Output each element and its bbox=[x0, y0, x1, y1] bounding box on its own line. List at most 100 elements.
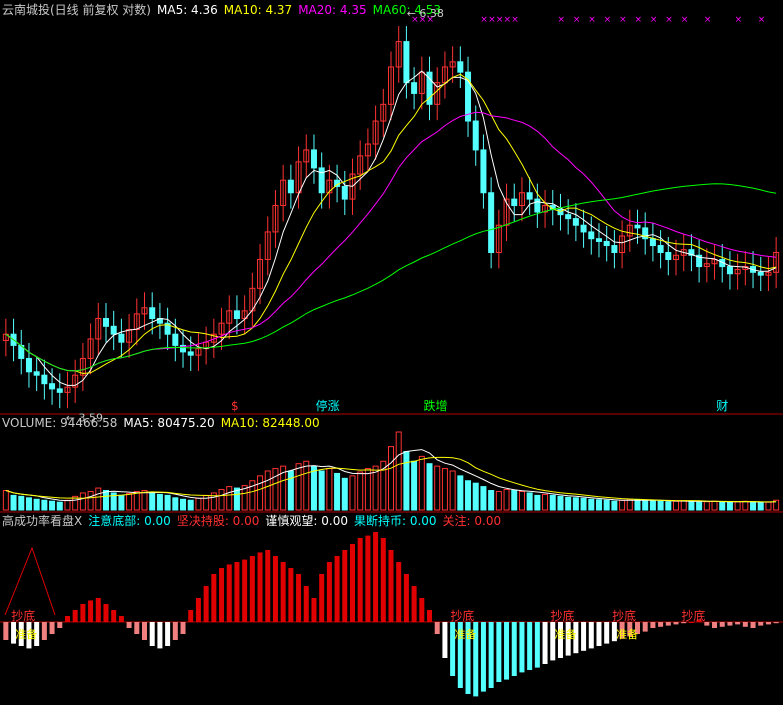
indicator-label: 抄底 bbox=[681, 608, 705, 623]
indicator-bar bbox=[673, 622, 679, 625]
indicator-label: 抄底 bbox=[11, 608, 35, 623]
volume-bar bbox=[33, 498, 40, 511]
candle-body bbox=[187, 351, 194, 356]
volume-bar bbox=[534, 494, 541, 511]
indicator-bar bbox=[403, 574, 409, 622]
indicator-bar bbox=[272, 556, 278, 622]
top-x-marker: × bbox=[488, 15, 496, 25]
volume-bar bbox=[472, 482, 479, 511]
indicator-bar bbox=[604, 622, 610, 644]
indicator-label: 抄底 bbox=[550, 608, 574, 623]
volume-bar bbox=[503, 489, 510, 511]
indicator-bar bbox=[234, 562, 240, 622]
candle-body bbox=[318, 167, 325, 194]
volume-bar bbox=[95, 487, 102, 511]
top-x-marker: × bbox=[735, 15, 743, 25]
volume-bar bbox=[526, 492, 533, 511]
indicator-bar bbox=[427, 610, 433, 622]
indicator-bar bbox=[95, 598, 101, 622]
indicator-bar bbox=[357, 538, 363, 622]
indicator-sublabel: 准备 bbox=[15, 627, 37, 641]
volume-bar bbox=[465, 480, 472, 511]
indicator-bar bbox=[534, 622, 540, 668]
indicator-bar bbox=[727, 622, 733, 626]
volume-bar bbox=[518, 490, 525, 511]
indicator-bar bbox=[365, 535, 371, 622]
indicator-bar bbox=[296, 574, 302, 622]
volume-bar bbox=[703, 501, 710, 511]
volume-bar bbox=[195, 497, 202, 511]
volume-bar bbox=[164, 494, 171, 511]
candle-body bbox=[110, 325, 117, 335]
indicator-bar bbox=[504, 622, 510, 680]
volume-ma10-line bbox=[5, 456, 777, 503]
volume-bar bbox=[226, 486, 233, 511]
volume-bar bbox=[480, 486, 487, 511]
indicator-bar bbox=[642, 622, 648, 632]
indicator-bar bbox=[650, 622, 656, 628]
indicator-sublabel: 准备 bbox=[554, 627, 576, 641]
indicator-bar bbox=[349, 544, 355, 622]
volume-bar bbox=[603, 499, 610, 511]
volume-bar bbox=[642, 499, 649, 511]
indicator-bar bbox=[80, 604, 86, 622]
indicator-bar bbox=[265, 550, 271, 622]
volume-bar bbox=[102, 490, 109, 511]
indicator-bar bbox=[103, 604, 109, 622]
volume-bar bbox=[118, 494, 125, 511]
indicator-bar bbox=[434, 622, 440, 634]
volume-bar bbox=[719, 501, 726, 511]
volume-bar bbox=[418, 455, 425, 511]
volume-bar bbox=[619, 499, 626, 511]
indicator-bar bbox=[72, 610, 78, 622]
indicator-bar bbox=[118, 616, 124, 622]
volume-bar bbox=[665, 501, 672, 511]
candle-body bbox=[757, 271, 764, 276]
indicator-bar bbox=[203, 586, 209, 622]
indicator-bar bbox=[388, 550, 394, 622]
indicator-bar bbox=[742, 622, 748, 627]
indicator-bar bbox=[712, 622, 718, 628]
candle-body bbox=[488, 192, 495, 253]
candle-body bbox=[56, 388, 63, 393]
indicator-bar bbox=[49, 622, 55, 634]
volume-bar bbox=[25, 497, 32, 511]
volume-bar bbox=[411, 460, 418, 511]
volume-bar bbox=[395, 431, 402, 511]
indicator-bar bbox=[527, 622, 533, 670]
volume-bar bbox=[172, 497, 179, 511]
candle-body bbox=[657, 245, 664, 253]
candle-body bbox=[149, 307, 156, 320]
volume-bar bbox=[18, 495, 25, 511]
top-x-marker: × bbox=[604, 15, 612, 25]
indicator-bar bbox=[765, 622, 771, 625]
price-bottom-label: $ bbox=[231, 399, 239, 413]
indicator-bar bbox=[496, 622, 502, 682]
indicator-bar bbox=[411, 586, 417, 622]
candle-body bbox=[588, 231, 595, 240]
indicator-bar bbox=[149, 622, 155, 646]
volume-bar bbox=[634, 499, 641, 511]
top-x-marker: × bbox=[419, 15, 427, 25]
volume-bar bbox=[349, 475, 356, 511]
volume-bar bbox=[565, 496, 572, 511]
volume-bar bbox=[126, 492, 133, 511]
candle-body bbox=[472, 120, 479, 151]
volume-bar bbox=[295, 463, 302, 511]
candle-body bbox=[580, 224, 587, 233]
indicator-bar bbox=[41, 622, 47, 640]
volume-bar bbox=[64, 499, 71, 511]
volume-bar bbox=[765, 501, 772, 511]
top-x-marker: × bbox=[704, 15, 712, 25]
volume-bar bbox=[187, 499, 194, 511]
candle-body bbox=[233, 310, 240, 320]
price-bottom-label: 停涨 bbox=[316, 398, 340, 413]
indicator-bar bbox=[242, 559, 248, 622]
indicator-sublabel: 准备 bbox=[616, 627, 638, 641]
volume-bar bbox=[387, 446, 395, 511]
indicator-bar bbox=[581, 622, 587, 651]
candle-body bbox=[511, 198, 518, 207]
indicator-bar bbox=[88, 600, 94, 622]
indicator-bar bbox=[511, 622, 517, 676]
indicator-bar bbox=[396, 562, 402, 622]
